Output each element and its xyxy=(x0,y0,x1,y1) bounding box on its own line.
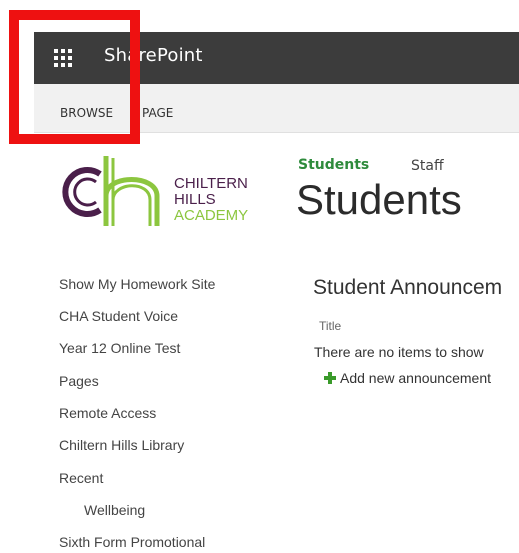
red-highlight-box xyxy=(9,10,140,144)
column-header-title[interactable]: Title xyxy=(319,319,341,333)
add-announcement-label: Add new announcement xyxy=(340,370,491,386)
nav-item-wellbeing[interactable]: Wellbeing xyxy=(84,502,145,518)
nav-item-show-my-homework[interactable]: Show My Homework Site xyxy=(59,276,215,292)
add-announcement-link[interactable]: Add new announcement xyxy=(324,370,491,386)
nav-item-pages[interactable]: Pages xyxy=(59,373,99,389)
logo-line-3: ACADEMY xyxy=(174,207,249,224)
nav-item-online-test[interactable]: Year 12 Online Test xyxy=(59,340,180,356)
nav-item-recent[interactable]: Recent xyxy=(59,470,103,486)
page-title: Students xyxy=(296,176,462,223)
ribbon-tab-page[interactable]: PAGE xyxy=(142,106,173,120)
logo-line-2: HILLS xyxy=(174,191,216,208)
logo-wordmark: CHILTERN HILLS ACADEMY xyxy=(174,176,248,224)
nav-item-remote-access[interactable]: Remote Access xyxy=(59,405,156,421)
nav-item-student-voice[interactable]: CHA Student Voice xyxy=(59,308,178,324)
nav-item-sixth-form[interactable]: Sixth Form Promotional xyxy=(59,534,205,550)
announcements-webpart-title[interactable]: Student Announcem xyxy=(313,276,502,300)
plus-icon xyxy=(324,372,336,384)
topnav-item-students[interactable]: Students xyxy=(298,157,369,173)
empty-list-message: There are no items to show xyxy=(314,344,484,360)
topnav-item-staff[interactable]: Staff xyxy=(411,158,444,174)
nav-item-library[interactable]: Chiltern Hills Library xyxy=(59,437,184,453)
logo-line-1: CHILTERN xyxy=(174,175,248,192)
